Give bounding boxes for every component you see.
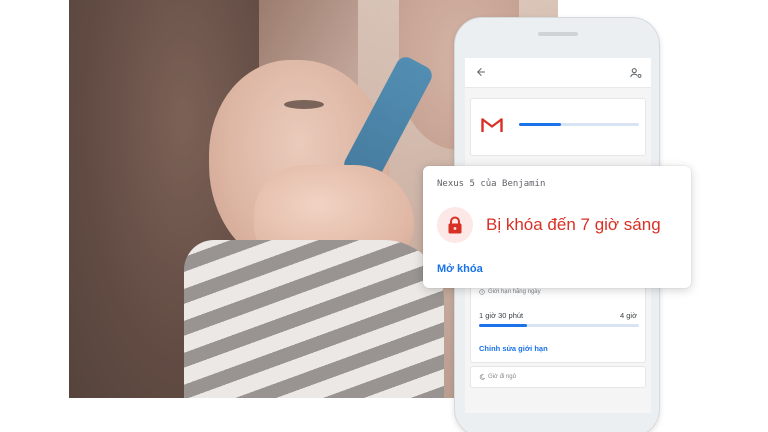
bedtime-card[interactable]: Giờ đi ngủ <box>470 366 646 388</box>
lock-badge <box>437 207 473 243</box>
lock-icon <box>448 216 462 234</box>
daily-limit-bar <box>479 324 639 327</box>
app-usage-bar-fill <box>519 123 561 126</box>
daily-limit-header: Giới hạn hằng ngày <box>479 289 541 295</box>
bedtime-label: Giờ đi ngủ <box>488 374 516 380</box>
phone-speaker <box>538 32 578 36</box>
daily-limit-card: Giới hạn hằng ngày 1 giờ 30 phút 4 giờ C… <box>470 283 646 363</box>
moon-icon <box>479 374 485 380</box>
time-used-label: 1 giờ 30 phút <box>479 311 524 320</box>
clock-icon <box>479 289 485 295</box>
device-name: Nexus 5 của Benjamin <box>437 179 546 189</box>
manage-accounts-icon[interactable] <box>629 66 643 80</box>
lock-status-text: Bị khóa đến 7 giờ sáng <box>486 215 661 234</box>
bedtime-row: Giờ đi ngủ <box>479 374 516 380</box>
daily-limit-bar-fill <box>479 324 527 327</box>
daily-limit-title: Giới hạn hằng ngày <box>488 289 541 295</box>
arrow-back-icon[interactable] <box>475 66 487 78</box>
time-limit-label: 4 giờ <box>619 311 637 320</box>
unlock-button[interactable]: Mở khóa <box>437 263 483 275</box>
promo-stage: Giới hạn hằng ngày 1 giờ 30 phút 4 giờ C… <box>0 0 768 432</box>
device-lock-card: Nexus 5 của Benjamin Bị khóa đến 7 giờ s… <box>423 166 691 288</box>
app-bar <box>465 58 651 88</box>
edit-limit-link[interactable]: Chỉnh sửa giới hạn <box>479 344 548 353</box>
gmail-icon <box>481 117 503 133</box>
app-usage-card[interactable] <box>470 98 646 156</box>
app-usage-bar <box>519 123 639 126</box>
